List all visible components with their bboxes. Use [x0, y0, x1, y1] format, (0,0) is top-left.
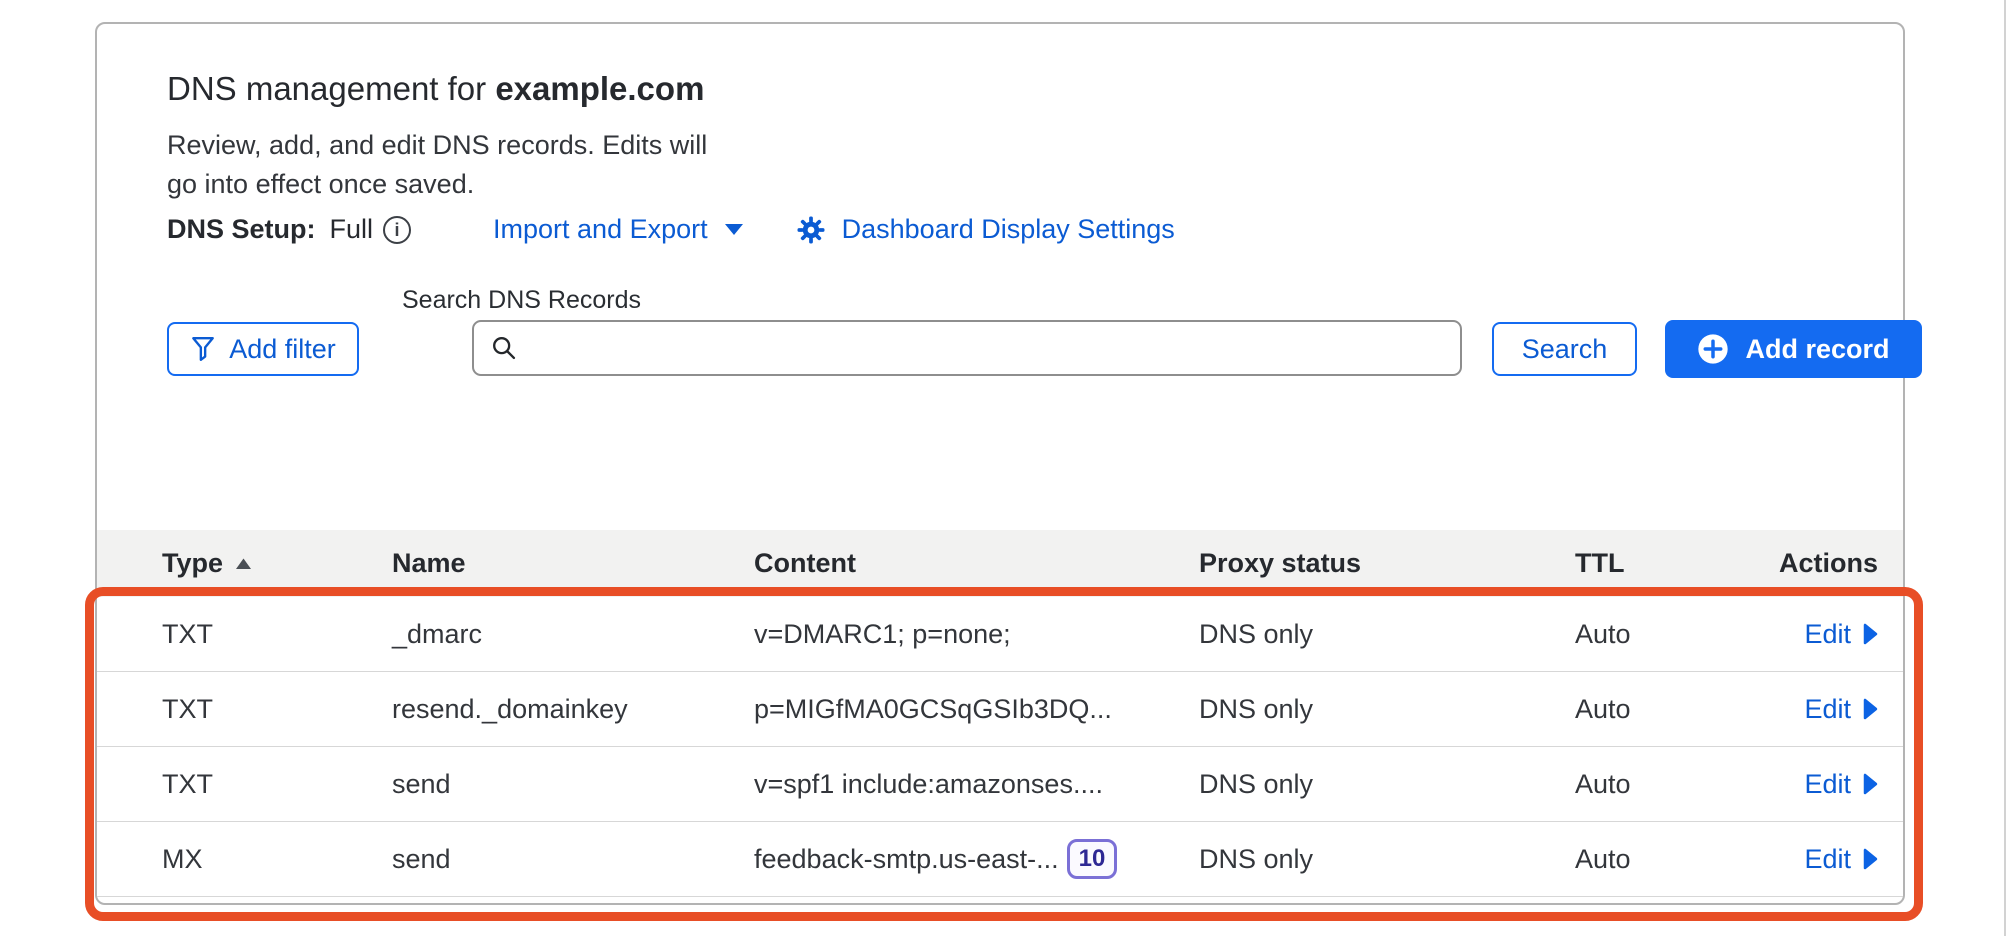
- table-row: TXT send v=spf1 include:amazonses.... DN…: [97, 747, 1903, 822]
- record-proxy-status: DNS only: [1199, 619, 1575, 650]
- plus-circle-icon: [1697, 333, 1729, 365]
- column-header-type[interactable]: Type: [162, 548, 392, 579]
- record-proxy-status: DNS only: [1199, 694, 1575, 725]
- search-field-label: Search DNS Records: [402, 286, 641, 315]
- search-field: [472, 320, 1462, 376]
- record-ttl: Auto: [1575, 694, 1767, 725]
- search-input[interactable]: [472, 320, 1462, 376]
- page-edge-divider: [2004, 0, 2006, 936]
- dns-setup-row: DNS Setup: Full i Import and Export: [167, 214, 1175, 245]
- page-title: DNS management for example.com: [167, 70, 704, 108]
- import-export-label: Import and Export: [493, 214, 708, 245]
- filter-icon: [190, 335, 216, 363]
- table-row: MX send feedback-smtp.us-east-... 10 DNS…: [97, 822, 1903, 897]
- dns-management-card: DNS management for example.com Review, a…: [95, 22, 1905, 905]
- dashboard-display-settings-link[interactable]: Dashboard Display Settings: [796, 214, 1175, 245]
- dns-records-table: Type Name Content Proxy status TTL Actio…: [97, 530, 1903, 897]
- record-proxy-status: DNS only: [1199, 769, 1575, 800]
- record-ttl: Auto: [1575, 619, 1767, 650]
- caret-right-icon: [1863, 623, 1878, 645]
- record-type: TXT: [162, 769, 392, 800]
- record-ttl: Auto: [1575, 769, 1767, 800]
- edit-record-link[interactable]: Edit: [1804, 769, 1878, 800]
- record-type: TXT: [162, 694, 392, 725]
- sort-asc-icon: [235, 558, 252, 570]
- record-proxy-status: DNS only: [1199, 844, 1575, 875]
- column-header-name: Name: [392, 548, 754, 579]
- subtitle-line-2: go into effect once saved.: [167, 165, 707, 204]
- caret-right-icon: [1863, 773, 1878, 795]
- subtitle-line-1: Review, add, and edit DNS records. Edits…: [167, 126, 707, 165]
- record-name: resend._domainkey: [392, 694, 754, 725]
- record-name: send: [392, 769, 754, 800]
- record-type: MX: [162, 844, 392, 875]
- edit-record-link[interactable]: Edit: [1804, 844, 1878, 875]
- search-button-label: Search: [1522, 334, 1608, 365]
- edit-record-link[interactable]: Edit: [1804, 619, 1878, 650]
- add-record-button[interactable]: Add record: [1665, 320, 1922, 378]
- edit-record-link[interactable]: Edit: [1804, 694, 1878, 725]
- column-header-content: Content: [754, 548, 1199, 579]
- caret-down-icon: [724, 223, 744, 236]
- record-type: TXT: [162, 619, 392, 650]
- column-header-ttl: TTL: [1575, 548, 1767, 579]
- dns-setup-value: Full: [330, 214, 374, 245]
- record-content: feedback-smtp.us-east-... 10: [754, 839, 1199, 879]
- dns-setup-label: DNS Setup:: [167, 214, 316, 245]
- record-content: v=DMARC1; p=none;: [754, 619, 1199, 650]
- toolbar: Add filter Search Add record: [167, 320, 1927, 376]
- add-record-label: Add record: [1745, 334, 1889, 365]
- import-export-dropdown[interactable]: Import and Export: [493, 214, 744, 245]
- caret-right-icon: [1863, 848, 1878, 870]
- page-title-prefix: DNS management for: [167, 70, 495, 107]
- page-subtitle: Review, add, and edit DNS records. Edits…: [167, 126, 707, 204]
- record-actions: Edit: [1804, 694, 1903, 725]
- column-header-actions: Actions: [1779, 548, 1903, 579]
- record-actions: Edit: [1804, 844, 1903, 875]
- search-button[interactable]: Search: [1492, 322, 1637, 376]
- info-icon[interactable]: i: [383, 216, 411, 244]
- page-title-domain: example.com: [495, 70, 704, 107]
- add-filter-button[interactable]: Add filter: [167, 322, 359, 376]
- priority-badge: 10: [1067, 839, 1118, 879]
- column-header-proxy-status: Proxy status: [1199, 548, 1575, 579]
- record-content: v=spf1 include:amazonses....: [754, 769, 1199, 800]
- dashboard-display-settings-label: Dashboard Display Settings: [842, 214, 1175, 245]
- table-row: TXT resend._domainkey p=MIGfMA0GCSqGSIb3…: [97, 672, 1903, 747]
- record-ttl: Auto: [1575, 844, 1767, 875]
- gear-icon: [796, 215, 826, 245]
- caret-right-icon: [1863, 698, 1878, 720]
- record-name: _dmarc: [392, 619, 754, 650]
- record-actions: Edit: [1804, 619, 1903, 650]
- table-header-row: Type Name Content Proxy status TTL Actio…: [97, 530, 1903, 597]
- table-body: TXT _dmarc v=DMARC1; p=none; DNS only Au…: [97, 597, 1903, 897]
- table-row: TXT _dmarc v=DMARC1; p=none; DNS only Au…: [97, 597, 1903, 672]
- record-name: send: [392, 844, 754, 875]
- record-content: p=MIGfMA0GCSqGSIb3DQ...: [754, 694, 1199, 725]
- add-filter-label: Add filter: [229, 334, 336, 365]
- record-actions: Edit: [1804, 769, 1903, 800]
